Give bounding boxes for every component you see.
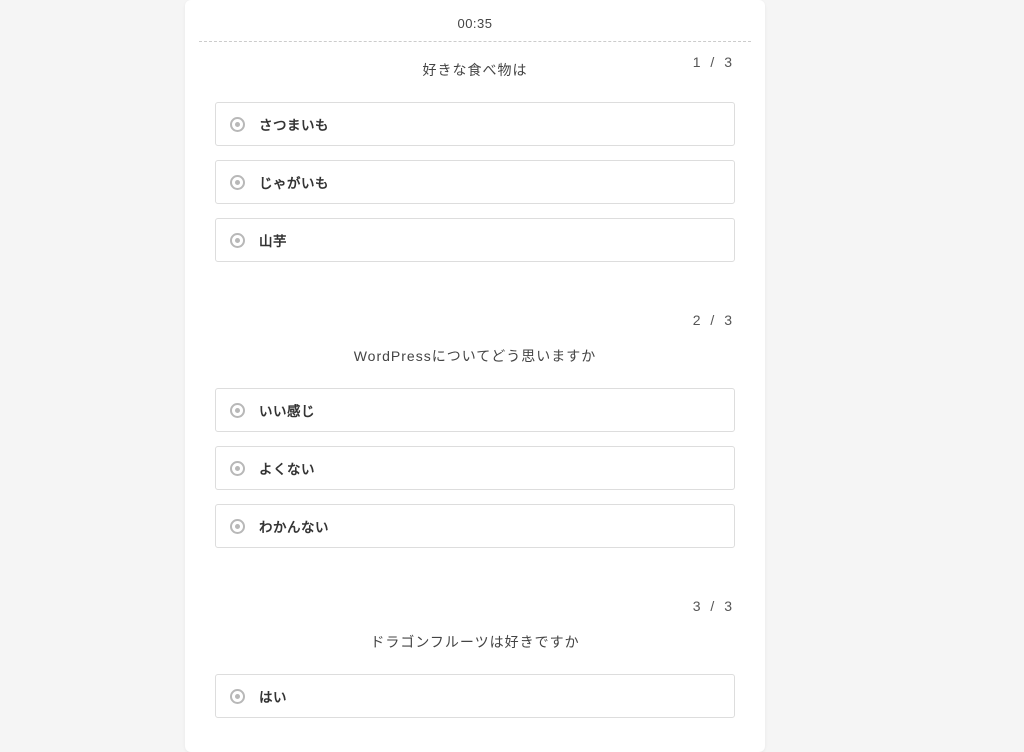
- question-block-1: 1 / 3 好きな食べ物は さつまいも じゃがいも 山芋: [185, 42, 765, 296]
- option-q1-3[interactable]: 山芋: [215, 218, 735, 262]
- quiz-card: 00:35 1 / 3 好きな食べ物は さつまいも じゃがいも 山芋 2 / 3…: [185, 0, 765, 752]
- option-q1-1[interactable]: さつまいも: [215, 102, 735, 146]
- option-label: 山芋: [259, 230, 287, 250]
- radio-icon: [230, 175, 245, 190]
- radio-icon: [230, 233, 245, 248]
- question-block-3: ドラゴンフルーツは好きですか はい: [185, 614, 765, 752]
- option-q3-1[interactable]: はい: [215, 674, 735, 718]
- question-counter: 3 / 3: [185, 598, 765, 614]
- timer-display: 00:35: [185, 16, 765, 41]
- radio-icon: [230, 461, 245, 476]
- option-label: わかんない: [259, 516, 329, 536]
- radio-icon: [230, 403, 245, 418]
- question-text: 好きな食べ物は: [215, 54, 735, 80]
- radio-icon: [230, 519, 245, 534]
- option-label: よくない: [259, 458, 315, 478]
- option-label: いい感じ: [259, 400, 315, 420]
- question-counter: 2 / 3: [185, 312, 765, 328]
- option-label: はい: [259, 686, 287, 706]
- question-text: ドラゴンフルーツは好きですか: [215, 626, 735, 652]
- question-text: WordPressについてどう思いますか: [215, 340, 735, 366]
- radio-icon: [230, 117, 245, 132]
- option-q1-2[interactable]: じゃがいも: [215, 160, 735, 204]
- question-header: 1 / 3 好きな食べ物は: [215, 54, 735, 80]
- option-q2-1[interactable]: いい感じ: [215, 388, 735, 432]
- question-counter: 1 / 3: [693, 54, 735, 70]
- option-label: じゃがいも: [259, 172, 329, 192]
- question-block-2: WordPressについてどう思いますか いい感じ よくない わかんない: [185, 328, 765, 582]
- radio-icon: [230, 689, 245, 704]
- option-label: さつまいも: [259, 114, 329, 134]
- option-q2-3[interactable]: わかんない: [215, 504, 735, 548]
- option-q2-2[interactable]: よくない: [215, 446, 735, 490]
